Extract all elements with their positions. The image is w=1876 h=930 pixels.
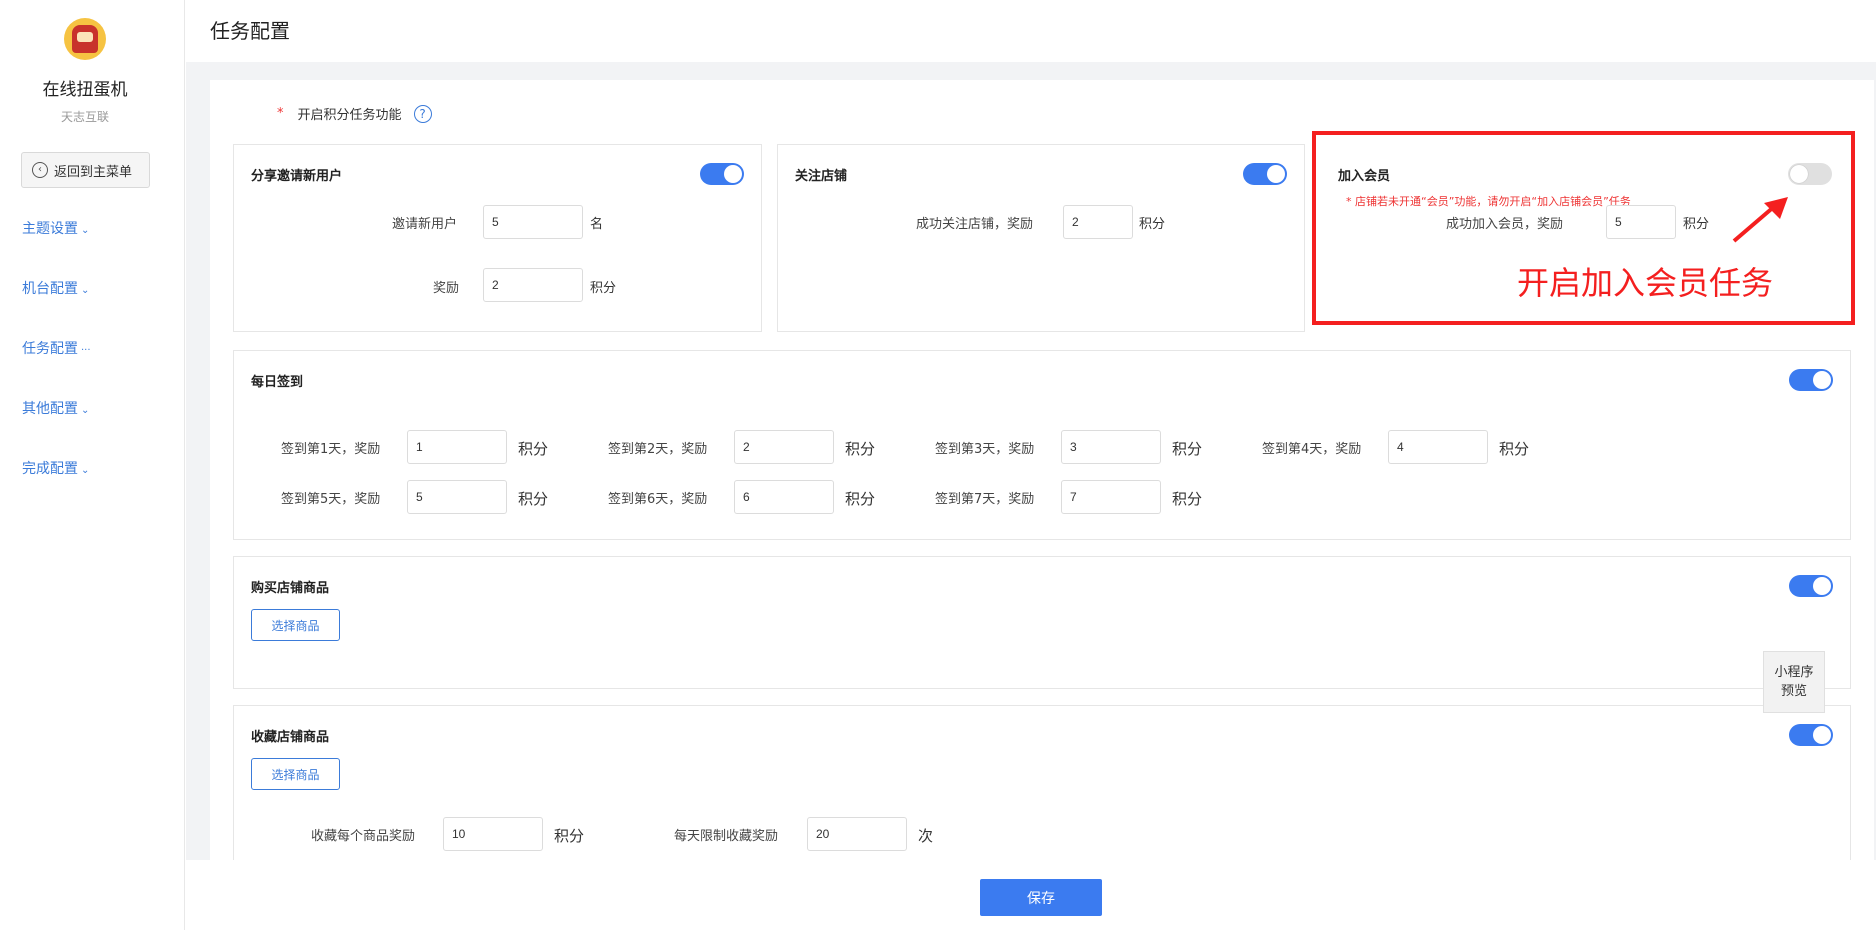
collect-select-product-button[interactable]: 选择商品 — [251, 758, 340, 790]
checkin-day-unit: 积分 — [845, 490, 876, 508]
checkin-day-label: 签到第3天，奖励 — [935, 442, 1035, 457]
chevron-left-circle-icon: ‹ — [32, 162, 48, 178]
nav-item-task[interactable]: 任务配置 ··· — [22, 338, 91, 358]
purchase-select-product-button[interactable]: 选择商品 — [251, 609, 340, 641]
invite-count-label: 邀请新用户 — [392, 217, 458, 232]
follow-title: 关注店铺 — [795, 169, 848, 184]
checkin-day-unit: 积分 — [1172, 440, 1203, 458]
invite-reward-label: 奖励 — [433, 281, 460, 296]
checkin-day-unit: 积分 — [1499, 440, 1530, 458]
follow-card: 关注店铺 成功关注店铺，奖励 积分 — [777, 144, 1305, 332]
app-logo — [64, 18, 106, 60]
checkin-day-input[interactable] — [734, 480, 834, 514]
top-bar — [186, 0, 1876, 62]
help-icon[interactable]: ? — [413, 104, 432, 123]
nav-item-finish[interactable]: 完成配置 ⌄ — [22, 458, 89, 478]
annotation-text: 开启加入会员任务 — [1517, 264, 1774, 302]
chevron-down-icon: ⌄ — [81, 225, 90, 236]
follow-reward-input[interactable] — [1063, 205, 1133, 239]
follow-reward-label: 成功关注店铺，奖励 — [916, 217, 1034, 232]
member-toggle[interactable] — [1788, 163, 1832, 185]
member-title: 加入会员 — [1338, 169, 1391, 184]
back-to-main-menu-button[interactable]: ‹ 返回到主菜单 — [21, 152, 150, 188]
collect-per-item-input[interactable] — [443, 817, 543, 851]
checkin-day-input[interactable] — [407, 430, 507, 464]
invite-reward-input[interactable] — [483, 268, 583, 302]
checkin-day-input[interactable] — [407, 480, 507, 514]
invite-reward-unit: 积分 — [590, 281, 617, 296]
nav-item-theme[interactable]: 主题设置 ⌄ — [22, 218, 89, 238]
required-mark: * — [277, 106, 284, 121]
collect-per-item-label: 收藏每个商品奖励 — [311, 829, 416, 844]
checkin-title: 每日签到 — [251, 375, 304, 390]
purchase-title: 购买店铺商品 — [251, 581, 330, 596]
checkin-day-input[interactable] — [1061, 430, 1161, 464]
checkin-day-label: 签到第7天，奖励 — [935, 492, 1035, 507]
follow-toggle[interactable] — [1243, 163, 1287, 185]
more-icon: ··· — [81, 345, 91, 356]
collect-title: 收藏店铺商品 — [251, 730, 330, 745]
checkin-day-input[interactable] — [734, 430, 834, 464]
checkin-day-label: 签到第4天，奖励 — [1262, 442, 1362, 457]
member-reward-input[interactable] — [1606, 205, 1676, 239]
purchase-card: 购买店铺商品 选择商品 — [233, 556, 1851, 689]
collect-toggle[interactable] — [1789, 724, 1833, 746]
invite-toggle[interactable] — [700, 163, 744, 185]
task-config-panel: * 开启积分任务功能 ? 分享邀请新用户 邀请新用户 名 奖励 积分 关注店铺 … — [210, 80, 1874, 860]
nav-item-other[interactable]: 其他配置 ⌄ — [22, 398, 89, 418]
chevron-down-icon: ⌄ — [81, 465, 90, 476]
invite-card: 分享邀请新用户 邀请新用户 名 奖励 积分 — [233, 144, 762, 332]
app-name: 在线扭蛋机 — [42, 80, 128, 100]
checkin-day-unit: 积分 — [518, 440, 549, 458]
collect-daily-limit-unit: 次 — [918, 827, 934, 845]
checkin-day-unit: 积分 — [845, 440, 876, 458]
save-button[interactable]: 保存 — [980, 879, 1102, 916]
collect-card: 收藏店铺商品 选择商品 收藏每个商品奖励 积分 每天限制收藏奖励 次 — [233, 705, 1851, 860]
checkin-day-unit: 积分 — [1172, 490, 1203, 508]
collect-daily-limit-label: 每天限制收藏奖励 — [674, 829, 779, 844]
invite-title: 分享邀请新用户 — [251, 169, 343, 184]
checkin-day-input[interactable] — [1061, 480, 1161, 514]
checkin-day-label: 签到第1天，奖励 — [281, 442, 381, 457]
member-reward-unit: 积分 — [1683, 217, 1710, 232]
follow-reward-unit: 积分 — [1139, 217, 1166, 232]
invite-count-input[interactable] — [483, 205, 583, 239]
collect-per-item-unit: 积分 — [554, 827, 585, 845]
sidebar: 在线扭蛋机 天志互联 ‹ 返回到主菜单 主题设置 ⌄ 机台配置 ⌄ 任务配置 ··· … — [0, 0, 185, 930]
annotation-arrow-icon — [1732, 197, 1788, 243]
checkin-toggle[interactable] — [1789, 369, 1833, 391]
checkin-card: 每日签到 签到第1天，奖励 积分 签到第2天，奖励 积分 签到第3天，奖励 积分… — [233, 350, 1851, 540]
feature-label: 开启积分任务功能 — [297, 108, 402, 123]
collect-daily-limit-input[interactable] — [807, 817, 907, 851]
member-warning: * 店铺若未开通“会员”功能，请勿开启“加入店铺会员”任务 — [1346, 195, 1631, 208]
mini-program-preview-button[interactable]: 小程序 预览 — [1763, 651, 1825, 713]
chevron-down-icon: ⌄ — [81, 285, 90, 296]
purchase-toggle[interactable] — [1789, 575, 1833, 597]
checkin-day-label: 签到第5天，奖励 — [281, 492, 381, 507]
checkin-day-input[interactable] — [1388, 430, 1488, 464]
checkin-day-label: 签到第6天，奖励 — [608, 492, 708, 507]
nav-item-machine[interactable]: 机台配置 ⌄ — [22, 278, 89, 298]
checkin-day-label: 签到第2天，奖励 — [608, 442, 708, 457]
page-title: 任务配置 — [210, 19, 290, 43]
member-reward-label: 成功加入会员，奖励 — [1446, 217, 1564, 232]
checkin-day-unit: 积分 — [518, 490, 549, 508]
chevron-down-icon: ⌄ — [81, 405, 90, 416]
feature-toggle-row: * 开启积分任务功能 ? — [277, 104, 432, 123]
back-button-label: 返回到主菜单 — [54, 164, 133, 180]
app-company: 天志互联 — [60, 110, 109, 124]
invite-count-unit: 名 — [590, 217, 604, 232]
